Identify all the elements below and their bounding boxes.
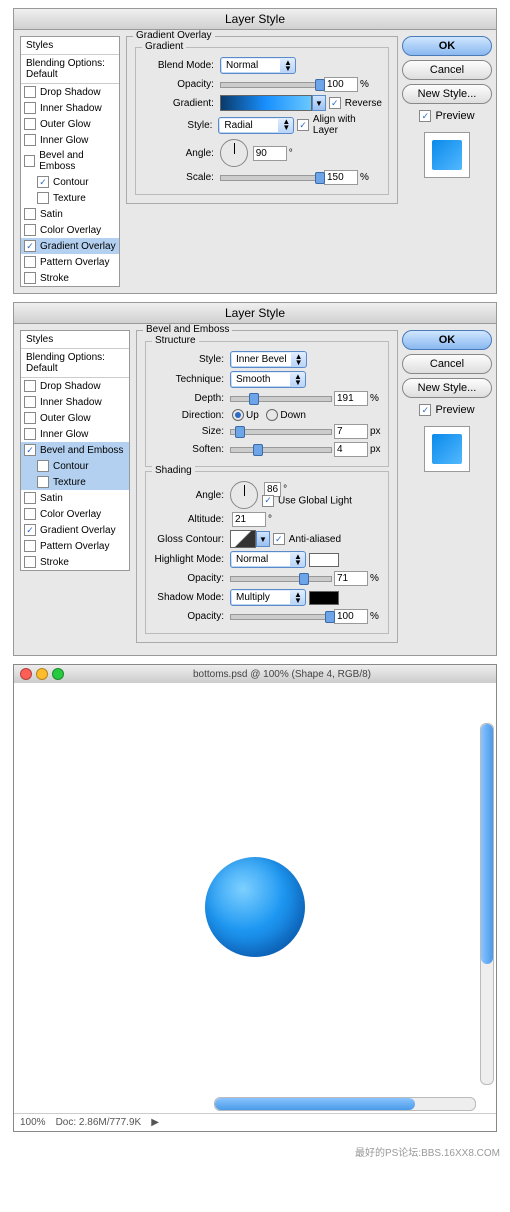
vertical-scrollbar[interactable] <box>480 723 494 1085</box>
highlight-mode-select[interactable]: Normal▲▼ <box>230 551 306 568</box>
soften-input[interactable]: 4 <box>334 442 368 457</box>
depth-input[interactable]: 191 <box>334 391 368 406</box>
styles-list: Styles Blending Options: Default Drop Sh… <box>20 36 120 287</box>
style-stroke[interactable]: Stroke <box>21 554 129 570</box>
soften-slider[interactable] <box>230 447 332 453</box>
chevron-updown-icon: ▲▼ <box>282 60 294 72</box>
style-contour[interactable]: Contour <box>21 458 129 474</box>
gradient-style-select[interactable]: Radial▲▼ <box>218 117 294 134</box>
scale-input[interactable]: 150 <box>324 170 358 185</box>
style-bevel-emboss[interactable]: Bevel and Emboss <box>21 442 129 458</box>
depth-slider[interactable] <box>230 396 332 402</box>
style-stroke[interactable]: Stroke <box>21 270 119 286</box>
highlight-opacity-slider[interactable] <box>230 576 332 582</box>
blending-options[interactable]: Blending Options: Default <box>21 349 129 378</box>
direction-down-radio[interactable] <box>266 409 278 421</box>
shading-angle-dial[interactable] <box>230 481 258 509</box>
chevron-down-icon[interactable]: ▼ <box>312 95 326 111</box>
preview-checkbox[interactable] <box>419 110 431 122</box>
gloss-contour-picker[interactable] <box>230 530 256 548</box>
size-input[interactable]: 7 <box>334 424 368 439</box>
style-outer-glow[interactable]: Outer Glow <box>21 410 129 426</box>
style-satin[interactable]: Satin <box>21 490 129 506</box>
style-drop-shadow[interactable]: Drop Shadow <box>21 84 119 100</box>
chevron-right-icon[interactable]: ▶ <box>151 1117 159 1128</box>
watermark-text: 最好的PS论坛:BBS.16XX8.COM <box>0 1140 510 1163</box>
layer-style-dialog-gradient: Layer Style Styles Blending Options: Def… <box>13 8 497 294</box>
preview-swatch <box>424 426 470 472</box>
angle-dial[interactable] <box>220 139 248 167</box>
style-inner-shadow[interactable]: Inner Shadow <box>21 394 129 410</box>
window-titlebar[interactable]: bottoms.psd @ 100% (Shape 4, RGB/8) <box>14 665 496 683</box>
angle-input[interactable]: 90 <box>253 146 287 161</box>
altitude-input[interactable]: 21 <box>232 512 266 527</box>
direction-up-radio[interactable] <box>232 409 244 421</box>
size-slider[interactable] <box>230 429 332 435</box>
antialiased-checkbox[interactable] <box>273 533 285 545</box>
global-light-checkbox[interactable] <box>262 495 274 507</box>
style-inner-glow[interactable]: Inner Glow <box>21 426 129 442</box>
shadow-color[interactable] <box>309 591 339 605</box>
align-checkbox[interactable] <box>297 119 309 131</box>
shadow-opacity-input[interactable]: 100 <box>334 609 368 624</box>
style-inner-glow[interactable]: Inner Glow <box>21 132 119 148</box>
opacity-input[interactable]: 100 <box>324 77 358 92</box>
scale-slider[interactable] <box>220 175 322 181</box>
ok-button[interactable]: OK <box>402 36 492 56</box>
horizontal-scrollbar[interactable] <box>214 1097 476 1111</box>
style-pattern-overlay[interactable]: Pattern Overlay <box>21 538 129 554</box>
document-title: bottoms.psd @ 100% (Shape 4, RGB/8) <box>74 669 490 680</box>
style-pattern-overlay[interactable]: Pattern Overlay <box>21 254 119 270</box>
cancel-button[interactable]: Cancel <box>402 354 492 374</box>
shape-sphere <box>205 857 305 957</box>
gradient-overlay-group: Gradient Overlay Gradient Blend Mode: No… <box>126 36 398 204</box>
opacity-slider[interactable] <box>220 82 322 88</box>
style-inner-shadow[interactable]: Inner Shadow <box>21 100 119 116</box>
styles-list: Styles Blending Options: Default Drop Sh… <box>20 330 130 571</box>
styles-header[interactable]: Styles <box>21 331 129 349</box>
layer-style-dialog-bevel: Layer Style Styles Blending Options: Def… <box>13 302 497 656</box>
zoom-level[interactable]: 100% <box>20 1117 46 1128</box>
style-texture[interactable]: Texture <box>21 190 119 206</box>
gradient-picker[interactable] <box>220 95 312 111</box>
style-gradient-overlay[interactable]: Gradient Overlay <box>21 238 119 254</box>
cancel-button[interactable]: Cancel <box>402 60 492 80</box>
doc-info: Doc: 2.86M/777.9K <box>56 1117 142 1128</box>
close-icon[interactable] <box>20 668 32 680</box>
style-contour[interactable]: Contour <box>21 174 119 190</box>
preview-swatch <box>424 132 470 178</box>
canvas-area[interactable] <box>14 683 496 1113</box>
status-bar: 100% Doc: 2.86M/777.9K ▶ <box>14 1113 496 1131</box>
ok-button[interactable]: OK <box>402 330 492 350</box>
style-color-overlay[interactable]: Color Overlay <box>21 222 119 238</box>
style-satin[interactable]: Satin <box>21 206 119 222</box>
styles-header[interactable]: Styles <box>21 37 119 55</box>
reverse-checkbox[interactable] <box>329 97 341 109</box>
minimize-icon[interactable] <box>36 668 48 680</box>
style-bevel-emboss[interactable]: Bevel and Emboss <box>21 148 119 174</box>
preview-checkbox[interactable] <box>419 404 431 416</box>
blending-options[interactable]: Blending Options: Default <box>21 55 119 84</box>
dialog-title: Layer Style <box>14 303 496 324</box>
dialog-title: Layer Style <box>14 9 496 30</box>
style-drop-shadow[interactable]: Drop Shadow <box>21 378 129 394</box>
bevel-emboss-group: Bevel and Emboss Structure Style: Inner … <box>136 330 398 643</box>
blend-mode-select[interactable]: Normal▲▼ <box>220 57 296 74</box>
style-color-overlay[interactable]: Color Overlay <box>21 506 129 522</box>
style-texture[interactable]: Texture <box>21 474 129 490</box>
shadow-mode-select[interactable]: Multiply▲▼ <box>230 589 306 606</box>
document-window: bottoms.psd @ 100% (Shape 4, RGB/8) 100%… <box>13 664 497 1132</box>
style-gradient-overlay[interactable]: Gradient Overlay <box>21 522 129 538</box>
new-style-button[interactable]: New Style... <box>402 378 492 398</box>
shadow-opacity-slider[interactable] <box>230 614 332 620</box>
highlight-color[interactable] <box>309 553 339 567</box>
style-outer-glow[interactable]: Outer Glow <box>21 116 119 132</box>
zoom-icon[interactable] <box>52 668 64 680</box>
technique-select[interactable]: Smooth▲▼ <box>230 371 306 388</box>
chevron-down-icon[interactable]: ▼ <box>256 531 270 547</box>
new-style-button[interactable]: New Style... <box>402 84 492 104</box>
highlight-opacity-input[interactable]: 71 <box>334 571 368 586</box>
bevel-style-select[interactable]: Inner Bevel▲▼ <box>230 351 307 368</box>
